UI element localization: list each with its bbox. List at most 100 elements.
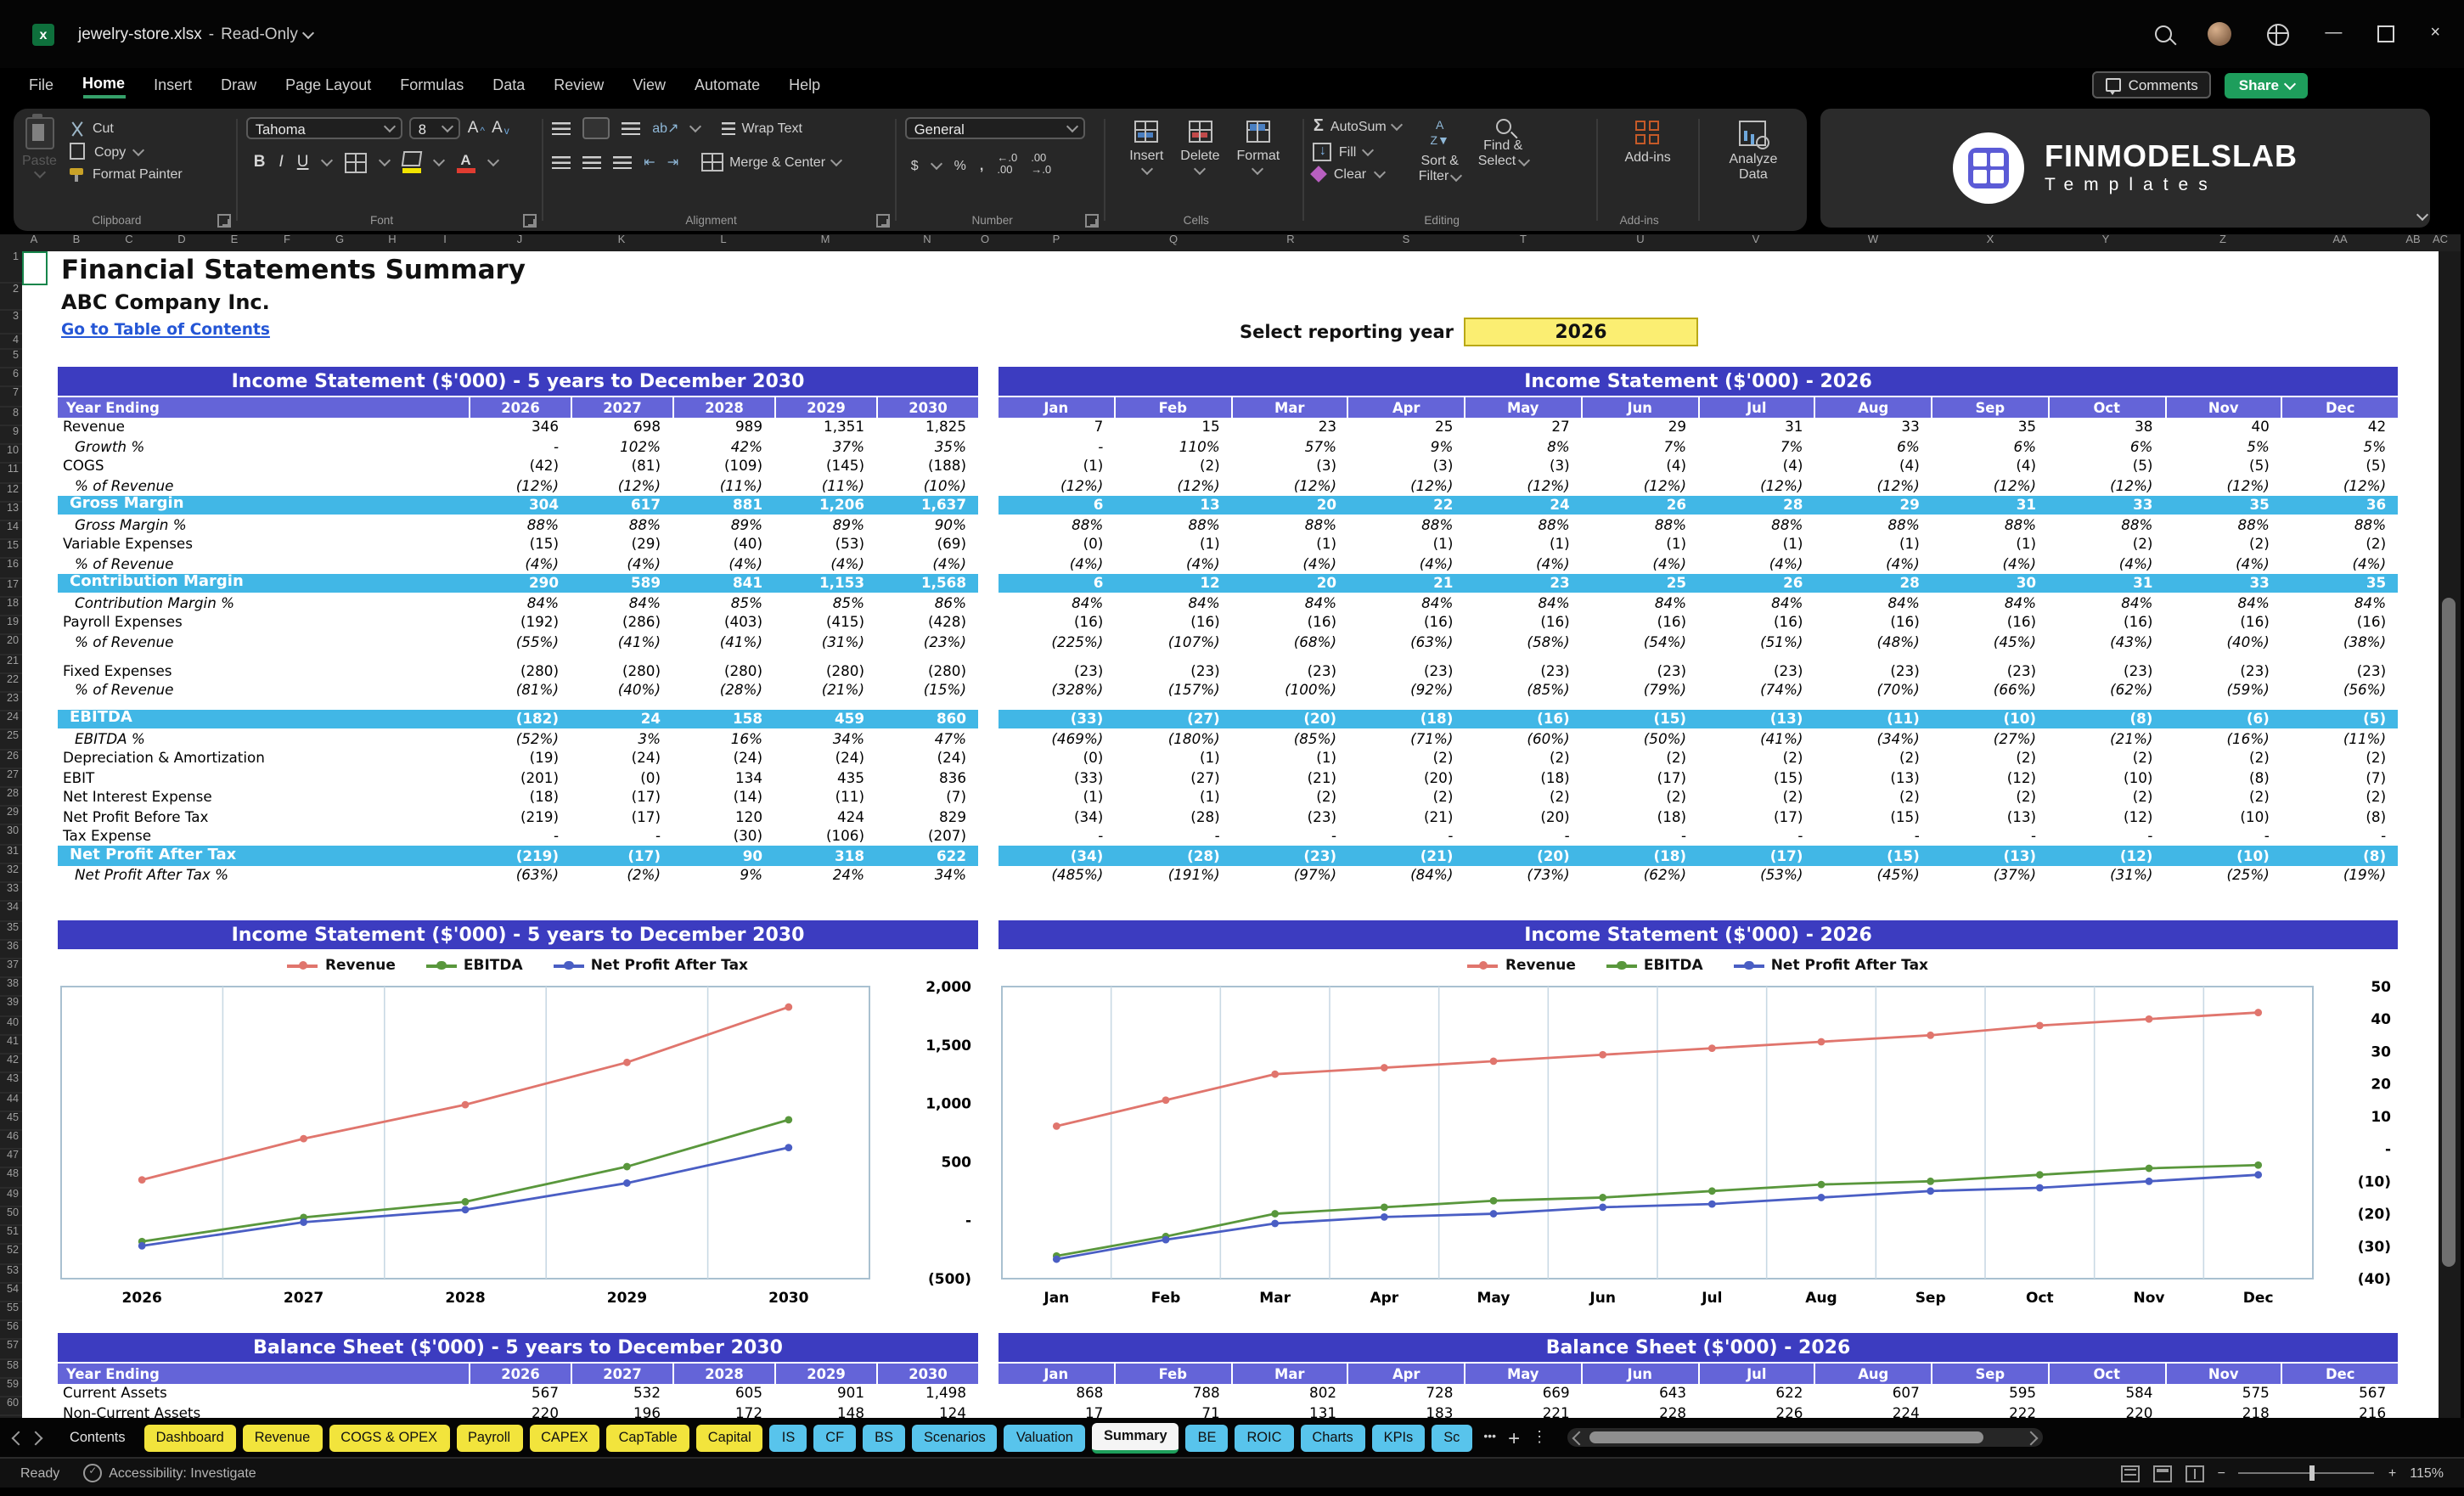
row-header-5[interactable]: 5 — [0, 350, 22, 368]
cell[interactable]: (14) — [672, 789, 774, 806]
cell[interactable]: (1) — [1232, 536, 1348, 553]
ribbon-tab-automate[interactable]: Automate — [695, 76, 760, 97]
cell[interactable]: (59%) — [2164, 682, 2281, 699]
cell[interactable]: - — [469, 438, 571, 455]
ribbon-tab-page-layout[interactable]: Page Layout — [285, 76, 371, 97]
row-header-33[interactable]: 33 — [0, 883, 22, 902]
sheet-tab-is[interactable]: IS — [770, 1424, 807, 1451]
sheet-tab-bs[interactable]: BS — [863, 1424, 905, 1451]
cell[interactable]: (219) — [469, 847, 571, 864]
cell[interactable]: 1,153 — [774, 575, 876, 592]
cell[interactable]: (4%) — [1232, 555, 1348, 572]
cell[interactable]: (145) — [774, 458, 876, 475]
cell[interactable]: 7 — [999, 419, 1115, 436]
cell[interactable]: (55%) — [469, 633, 571, 650]
cell[interactable]: 25 — [1348, 419, 1465, 436]
row-header-34[interactable]: 34 — [0, 903, 22, 921]
column-header-I[interactable]: I — [443, 234, 447, 246]
cell[interactable]: (34%) — [1814, 730, 1931, 747]
row-header-47[interactable]: 47 — [0, 1150, 22, 1168]
ribbon-tab-file[interactable]: File — [29, 76, 53, 97]
increase-decimal-icon[interactable]: ←.0.00 — [997, 153, 1017, 177]
cell[interactable]: (48%) — [1814, 633, 1931, 650]
cell[interactable]: (21%) — [774, 682, 876, 699]
select-all-corner[interactable] — [0, 234, 22, 251]
sheet-tab-valuation[interactable]: Valuation — [1004, 1424, 1085, 1451]
cell[interactable]: 643 — [1582, 1385, 1698, 1402]
cell[interactable]: - — [2048, 828, 2164, 845]
font-dialog-launcher-icon[interactable] — [523, 214, 537, 228]
cell[interactable]: 6% — [2048, 438, 2164, 455]
sheet-tab-capital[interactable]: Capital — [696, 1424, 763, 1451]
cell[interactable]: (23) — [2164, 662, 2281, 679]
cell[interactable]: (85%) — [1465, 682, 1581, 699]
cell[interactable]: (10) — [2164, 847, 2281, 864]
row-header-35[interactable]: 35 — [0, 921, 22, 940]
column-header-C[interactable]: C — [125, 234, 132, 246]
cell[interactable]: (100%) — [1232, 682, 1348, 699]
cell[interactable]: 788 — [1115, 1385, 1231, 1402]
sheet-tab-kpis[interactable]: KPIs — [1372, 1424, 1426, 1451]
cell[interactable]: (192) — [469, 614, 571, 631]
cell[interactable]: 12 — [1115, 575, 1231, 592]
cell[interactable]: (12%) — [1582, 477, 1698, 494]
cell[interactable]: 131 — [1232, 1404, 1348, 1419]
decrease-decimal-icon[interactable]: .00→.0 — [1031, 153, 1051, 177]
row-header-21[interactable]: 21 — [0, 655, 22, 673]
cell[interactable]: (23) — [1232, 808, 1348, 825]
ribbon-tab-insert[interactable]: Insert — [154, 76, 192, 97]
cell[interactable]: (28%) — [672, 682, 774, 699]
cell[interactable]: 34% — [774, 730, 876, 747]
sheet-tab-dashboard[interactable]: Dashboard — [144, 1424, 236, 1451]
cell[interactable]: (15) — [1814, 847, 1931, 864]
row-header-13[interactable]: 13 — [0, 503, 22, 521]
cell[interactable]: (23) — [2281, 662, 2398, 679]
cell[interactable]: 23 — [1232, 419, 1348, 436]
cell[interactable]: (17) — [1698, 808, 1814, 825]
row-header-9[interactable]: 9 — [0, 426, 22, 445]
cell[interactable]: 33 — [1814, 419, 1931, 436]
column-header-F[interactable]: F — [284, 234, 290, 246]
cell[interactable]: (5) — [2164, 458, 2281, 475]
cell[interactable]: 3% — [571, 730, 672, 747]
cell[interactable]: (11%) — [672, 477, 774, 494]
cell[interactable]: (63%) — [1348, 633, 1465, 650]
cell[interactable]: (60%) — [1465, 730, 1581, 747]
format-painter-button[interactable]: Format Painter — [70, 166, 183, 182]
column-header-K[interactable]: K — [618, 234, 626, 246]
cell[interactable]: 868 — [999, 1385, 1115, 1402]
sort-filter-button[interactable]: AZ▼ Sort &Filter — [1419, 117, 1461, 183]
align-top-icon[interactable] — [552, 121, 571, 135]
cell[interactable]: (280) — [469, 662, 571, 679]
tab-scroll-right-icon[interactable] — [29, 1431, 43, 1445]
column-header-M[interactable]: M — [821, 234, 830, 246]
column-header-Q[interactable]: Q — [1169, 234, 1178, 246]
font-name-select[interactable]: Tahoma — [247, 117, 403, 139]
column-header-P[interactable]: P — [1053, 234, 1060, 246]
cell[interactable]: 88% — [1232, 516, 1348, 533]
cell[interactable]: 228 — [1582, 1404, 1698, 1419]
row-header-7[interactable]: 7 — [0, 388, 22, 407]
cell[interactable]: (41%) — [571, 633, 672, 650]
cell[interactable]: 607 — [1814, 1385, 1931, 1402]
ribbon-tab-view[interactable]: View — [633, 76, 666, 97]
cell[interactable]: 88% — [1932, 516, 2048, 533]
cell[interactable]: 28 — [1698, 497, 1814, 514]
cell[interactable]: (106) — [774, 828, 876, 845]
cell[interactable]: 88% — [1582, 516, 1698, 533]
cell[interactable]: (12%) — [1932, 477, 2048, 494]
column-header-A[interactable]: A — [31, 234, 38, 246]
cell[interactable]: 90% — [876, 516, 978, 533]
cell[interactable]: (12) — [1932, 769, 2048, 786]
cell[interactable]: - — [999, 438, 1115, 455]
cell[interactable]: (12%) — [1814, 477, 1931, 494]
cell[interactable]: 13 — [1115, 497, 1231, 514]
cell[interactable]: (13) — [1932, 847, 2048, 864]
cell[interactable]: (8) — [2164, 769, 2281, 786]
cell[interactable]: (219) — [469, 808, 571, 825]
cell[interactable]: (16) — [2164, 614, 2281, 631]
cell[interactable]: 9% — [672, 867, 774, 884]
cell[interactable]: (2) — [1814, 750, 1931, 767]
comments-button[interactable]: Comments — [2093, 71, 2212, 98]
cell[interactable]: (182) — [469, 711, 571, 728]
